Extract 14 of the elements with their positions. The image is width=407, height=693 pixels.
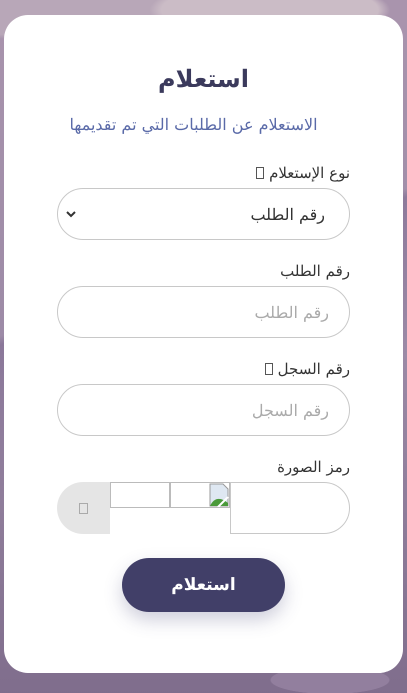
form-subtitle: الاستعلام عن الطلبات التي تم تقديمها: [68, 115, 319, 134]
submit-button[interactable]: استعلام: [122, 558, 285, 612]
field-label: نوع الإستعلام: [269, 164, 350, 182]
text-field[interactable]: رقم السجل: [57, 384, 350, 436]
captcha-field[interactable]: [230, 482, 350, 534]
field-label: رقم السجل: [278, 360, 350, 378]
chevron-down-icon: [66, 210, 76, 218]
text-field[interactable]: رقم الطلب: [57, 286, 350, 338]
broken-image-icon: [209, 483, 229, 507]
select-field[interactable]: رقم الطلب: [57, 188, 350, 240]
missing-glyph-icon: [79, 502, 88, 514]
field-label: رمز الصورة: [277, 458, 350, 476]
form-title: استعلام: [157, 65, 250, 93]
field-label: رقم الطلب: [280, 262, 350, 280]
